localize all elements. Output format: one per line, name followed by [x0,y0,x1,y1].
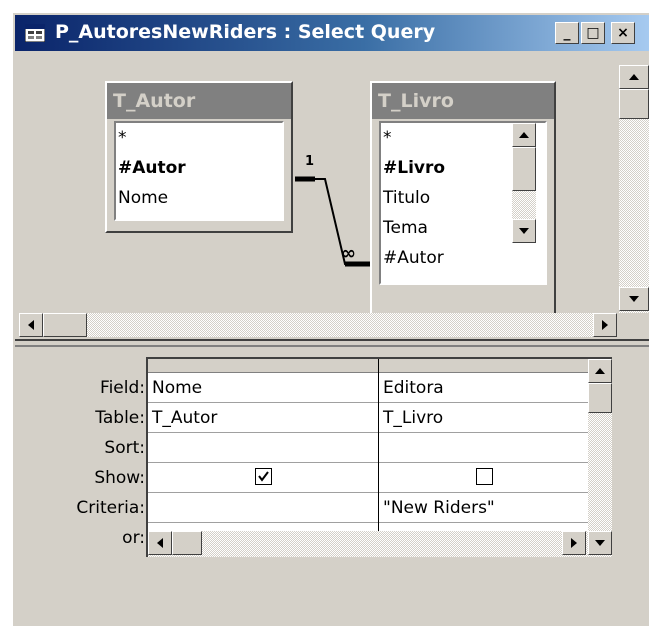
column-selector[interactable] [148,359,378,373]
scroll-down-button[interactable] [619,287,649,311]
relationship-one-label: 1 [305,154,314,169]
grid-row-labels: Field: Table: Sort: Show: Criteria: or: [40,373,145,553]
table-pane-canvas: T_Autor * #Autor Nome T_Livro * #Livro T… [15,51,615,327]
criteria-cell[interactable] [148,493,378,523]
scroll-right-button[interactable] [562,531,586,555]
checkmark-icon [257,471,269,482]
window-title: P_AutoresNewRiders : Select Query [55,21,436,43]
table-cell[interactable]: T_Autor [148,403,378,433]
query-design-grid: Nome T_Autor Editora T_Livro "New Riders… [146,357,612,557]
row-label-or: or: [122,528,145,548]
show-checkbox[interactable] [475,468,493,485]
table-cell[interactable]: T_Livro [379,403,589,433]
arrow-left-icon [157,538,163,548]
arrow-left-icon [28,320,34,330]
row-label-criteria: Criteria: [76,498,145,518]
relationship-line[interactable]: 1 ∞ [15,51,615,321]
field-cell[interactable]: Nome [148,373,378,403]
sort-cell[interactable] [148,433,378,463]
criteria-cell[interactable]: "New Riders" [379,493,589,523]
table-pane: T_Autor * #Autor Nome T_Livro * #Livro T… [15,51,649,337]
scroll-left-button[interactable] [148,531,172,555]
scroll-thumb[interactable] [172,531,202,555]
arrow-right-icon [571,538,577,548]
field-cell[interactable]: Editora [379,373,589,403]
maximize-button[interactable]: □ [581,22,605,44]
scroll-thumb[interactable] [588,383,612,413]
show-checkbox[interactable] [254,468,272,485]
grid-horizontal-scrollbar[interactable] [148,531,588,557]
title-bar[interactable]: P_AutoresNewRiders : Select Query _ □ × [15,15,649,51]
arrow-up-icon [629,74,639,80]
close-button[interactable]: × [611,22,635,44]
scroll-right-button[interactable] [593,313,617,337]
row-label-sort: Sort: [104,438,145,458]
arrow-down-icon [629,296,639,302]
relationship-many-label: ∞ [341,243,356,264]
scroll-up-button[interactable] [588,359,612,383]
column-selector[interactable] [379,359,589,373]
row-label-show: Show: [94,468,145,488]
grid-column-1: Nome T_Autor [148,359,379,531]
row-label-field: Field: [100,378,145,398]
upper-horizontal-scrollbar[interactable] [19,313,617,337]
query-icon [25,24,45,42]
show-cell[interactable] [148,463,378,493]
scroll-left-button[interactable] [19,313,43,337]
grid-column-2: Editora T_Livro "New Riders" [379,359,589,531]
arrow-down-icon [595,540,605,546]
arrow-right-icon [602,320,608,330]
scroll-down-button[interactable] [588,531,612,555]
arrow-up-icon [595,368,605,374]
scroll-up-button[interactable] [619,65,649,89]
minimize-button[interactable]: _ [555,22,579,44]
show-cell[interactable] [379,463,589,493]
sort-cell[interactable] [379,433,589,463]
scroll-thumb[interactable] [43,313,87,337]
scroll-thumb[interactable] [619,89,649,119]
pane-splitter[interactable] [15,339,649,347]
row-label-table: Table: [95,408,145,428]
